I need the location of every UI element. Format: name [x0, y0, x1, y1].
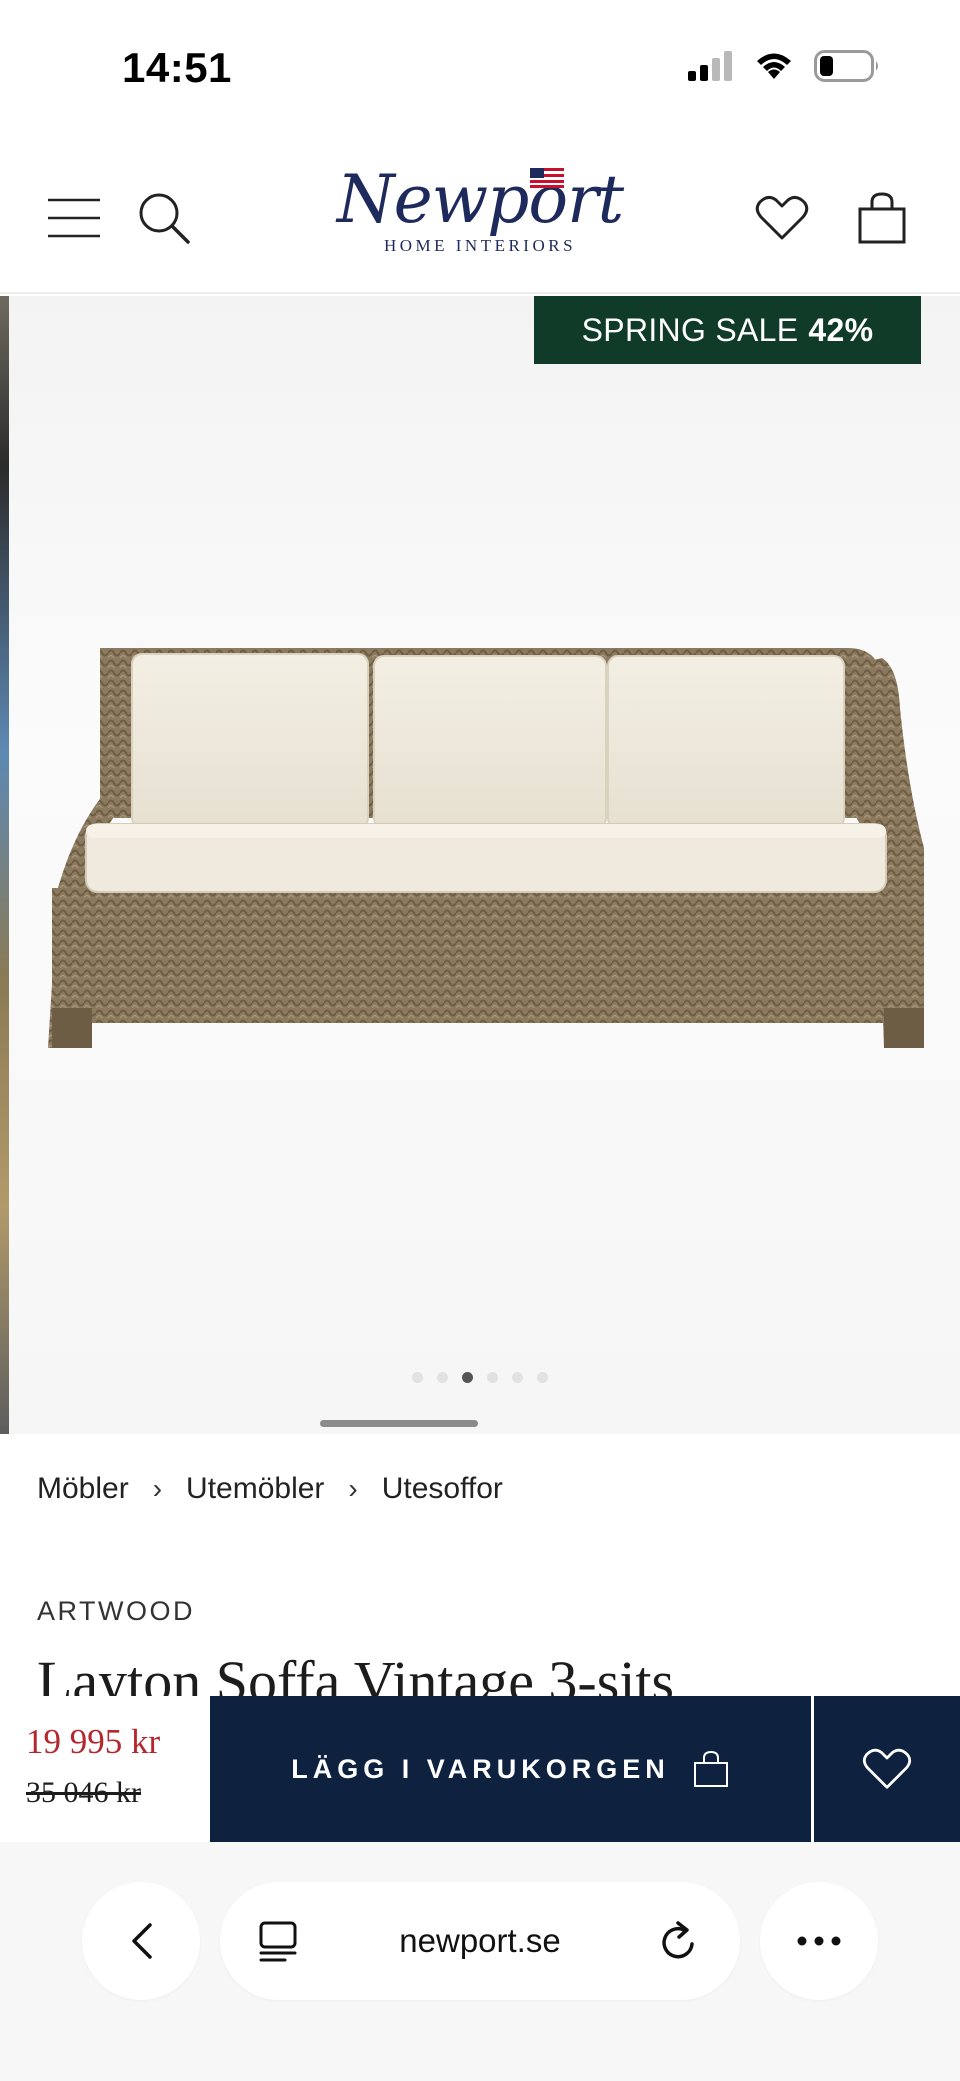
battery-icon [814, 50, 878, 82]
original-price: 35 046 kr [26, 1776, 141, 1809]
current-price: 19 995 kr [26, 1722, 161, 1761]
add-to-wishlist-button[interactable] [811, 1696, 960, 1842]
add-to-cart-label: LÄGG I VARUKORGEN [291, 1753, 670, 1784]
browser-toolbar: newport.se [0, 1842, 960, 2081]
menu-icon [48, 198, 100, 238]
back-icon [132, 1923, 152, 1959]
add-to-cart-button[interactable]: LÄGG I VARUKORGEN [210, 1696, 811, 1842]
wishlist-button[interactable] [742, 178, 822, 258]
status-icons [686, 50, 880, 82]
price-box: 19 995 kr 35 046 kr [0, 1696, 210, 1842]
sticky-buy-bar: 19 995 kr 35 046 kr LÄGG I VARUKORGEN [0, 1696, 960, 1842]
breadcrumb-separator: › [348, 1473, 358, 1504]
more-icon [797, 1936, 841, 1946]
browser-back-button[interactable] [82, 1882, 200, 2000]
breadcrumb: Möbler › Utemöbler › Utesoffor [37, 1472, 503, 1506]
site-logo[interactable]: Newport HOME INTERIORS [300, 158, 660, 276]
menu-button[interactable] [34, 178, 114, 258]
bag-icon [858, 192, 906, 244]
gallery-dot[interactable] [487, 1372, 498, 1383]
gallery-dot[interactable] [437, 1372, 448, 1383]
gallery-dot[interactable] [512, 1372, 523, 1383]
status-bar: 14:51 [0, 0, 960, 140]
search-icon [139, 193, 190, 244]
status-time: 14:51 [122, 44, 232, 91]
product-brand[interactable]: ARTWOOD [37, 1596, 195, 1627]
gallery-scroll-indicator[interactable] [320, 1420, 478, 1427]
gallery-dots[interactable] [412, 1372, 548, 1383]
product-gallery[interactable]: SPRING SALE 42% [0, 296, 960, 1434]
breadcrumb-item-mobler[interactable]: Möbler [37, 1472, 129, 1506]
previous-image-peek[interactable] [0, 296, 9, 1434]
search-button[interactable] [124, 178, 204, 258]
product-image-sofa[interactable] [48, 648, 924, 1048]
reload-icon[interactable] [658, 1920, 700, 1964]
breadcrumb-separator: › [152, 1473, 163, 1504]
gallery-dot-active[interactable] [462, 1372, 473, 1383]
sale-badge-percent: 42% [808, 311, 874, 348]
gallery-dot[interactable] [412, 1372, 423, 1383]
gallery-dot[interactable] [537, 1372, 548, 1383]
heart-icon [862, 1748, 912, 1789]
bag-icon [693, 1750, 728, 1787]
signal-icon [688, 51, 732, 81]
heart-icon [755, 195, 809, 240]
sale-badge-text: SPRING SALE [581, 311, 799, 348]
breadcrumb-item-utemobler[interactable]: Utemöbler [186, 1472, 324, 1506]
address-bar[interactable]: newport.se [220, 1882, 740, 2000]
sale-badge: SPRING SALE 42% [534, 296, 921, 364]
logo-wordmark: Newport [336, 161, 624, 238]
breadcrumb-item-utesoffor[interactable]: Utesoffor [382, 1472, 503, 1506]
browser-more-button[interactable] [760, 1882, 878, 2000]
us-flag-icon [530, 168, 564, 188]
site-header: Newport HOME INTERIORS [0, 140, 960, 294]
wifi-icon [757, 53, 791, 79]
cart-button[interactable] [842, 178, 922, 258]
